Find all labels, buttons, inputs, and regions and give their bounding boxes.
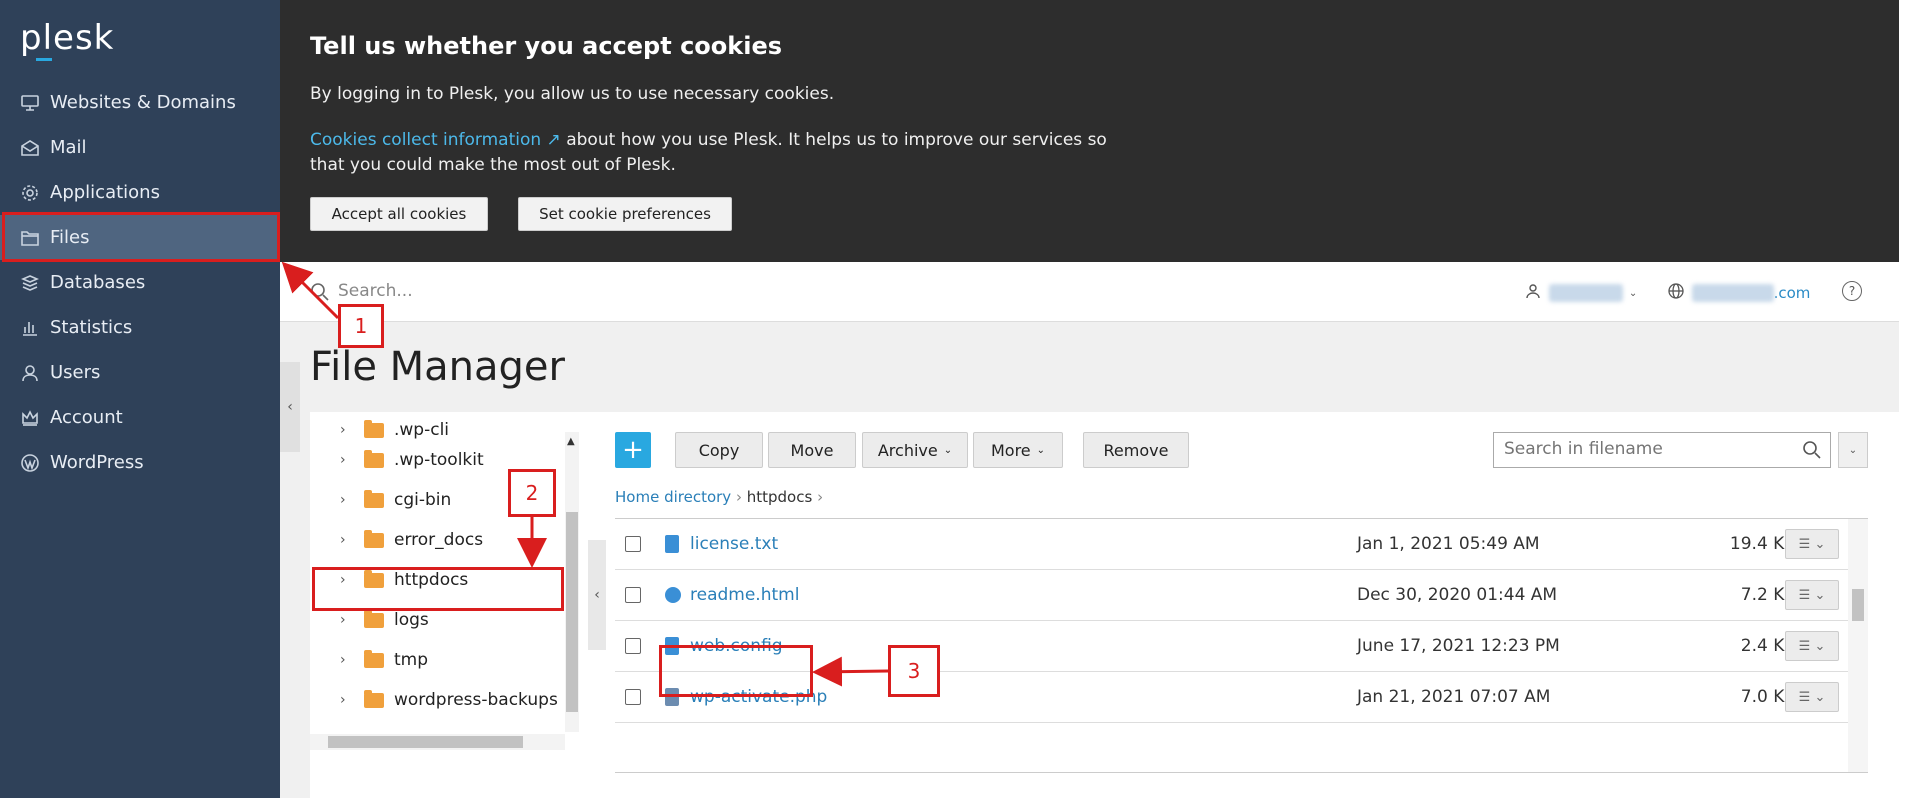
annotation-arrows xyxy=(281,261,889,687)
arrow-1 xyxy=(281,261,340,320)
arrow-3 xyxy=(812,656,889,687)
